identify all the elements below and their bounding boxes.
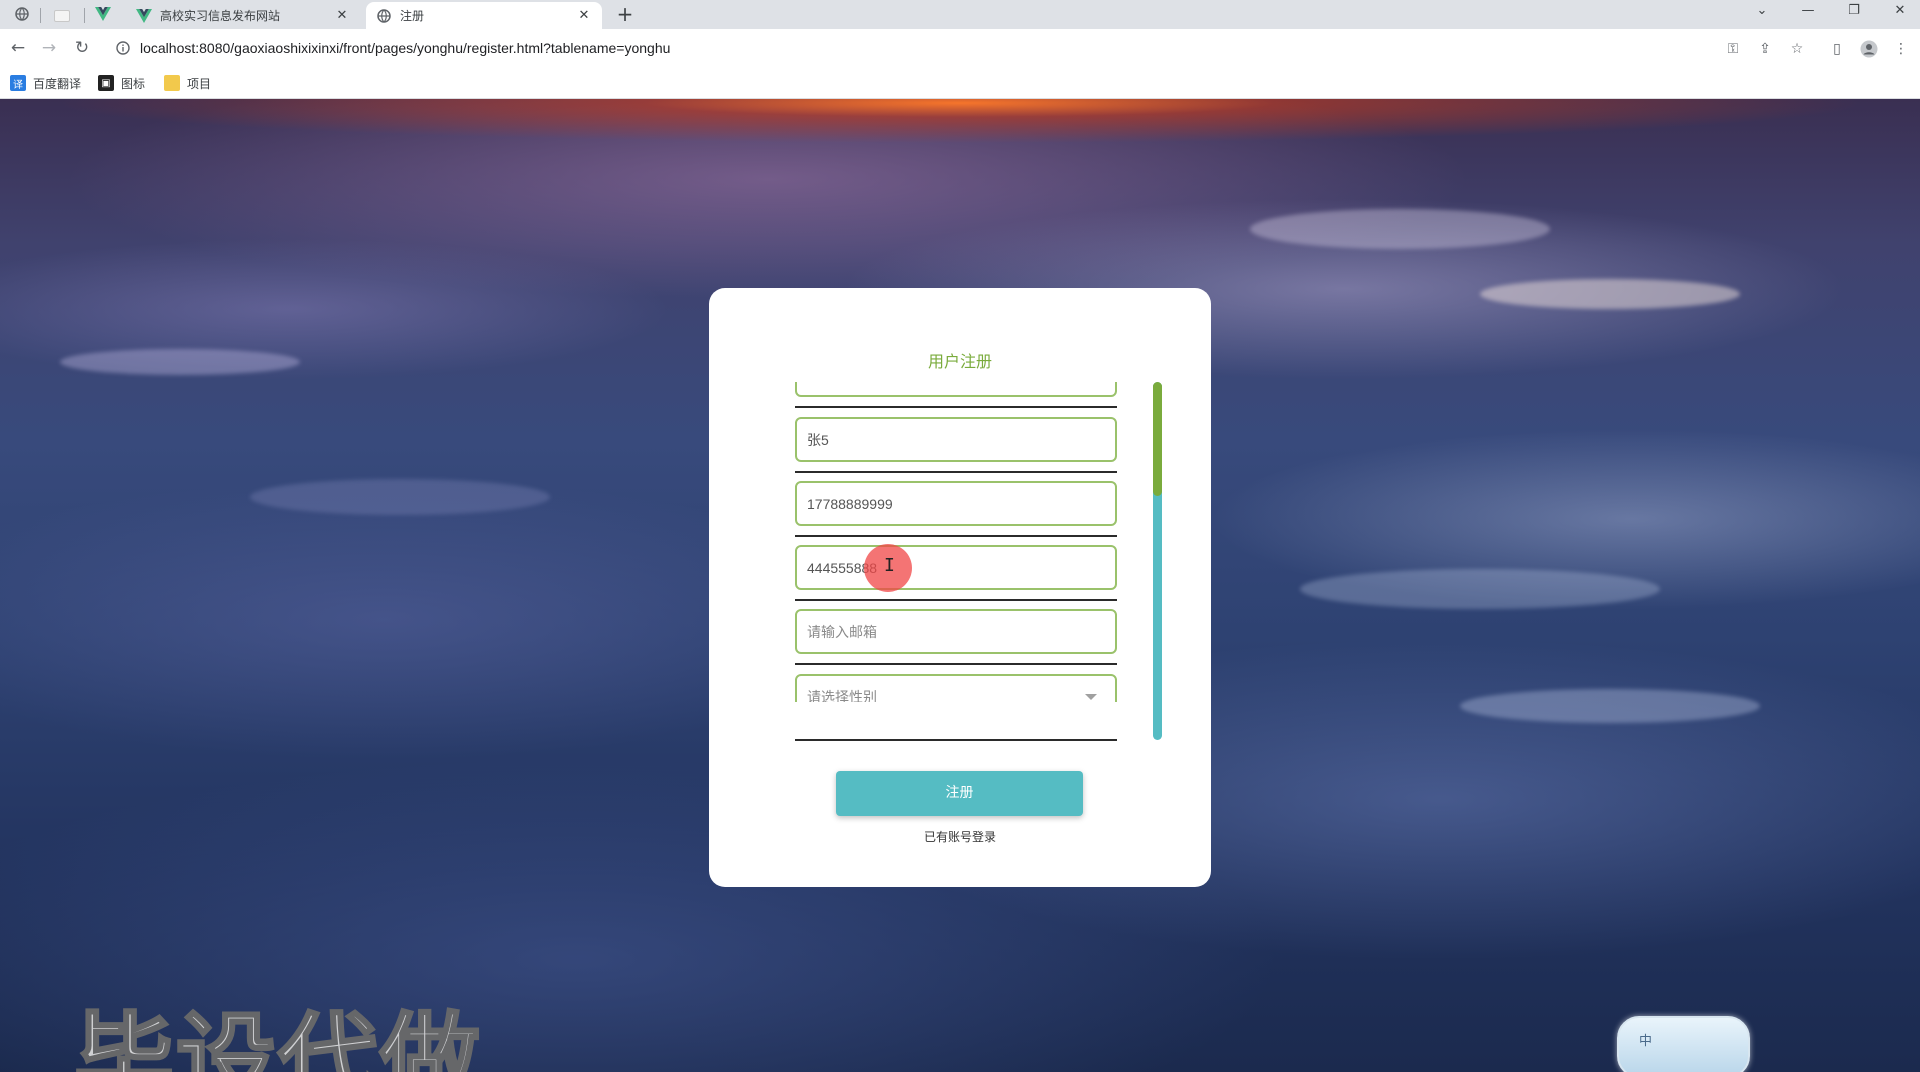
picture-icon: ▣ <box>98 75 114 91</box>
tab-blank[interactable] <box>48 2 76 29</box>
bookmark-project[interactable]: 项目 <box>164 71 211 95</box>
name-field[interactable]: 张5 <box>795 417 1117 462</box>
translate-icon: 译 <box>10 75 26 91</box>
tab-search-icon[interactable]: ⌄ <box>1740 0 1784 22</box>
bookmark-label: 项目 <box>187 76 212 91</box>
gender-placeholder: 请选择性别 <box>807 688 877 703</box>
watermark-text: 毕设代做 <box>73 1001 482 1072</box>
browser-toolbar: ← → ↻ localhost:8080/gaoxiaoshixixinxi/f… <box>0 29 1920 67</box>
vue-logo-icon <box>136 8 152 24</box>
field-divider <box>795 471 1117 473</box>
share-icon[interactable]: ⇪ <box>1754 38 1776 60</box>
tab-vue[interactable] <box>90 2 116 29</box>
reload-icon[interactable]: ↻ <box>70 36 94 60</box>
ime-mode-label: 中 <box>1639 1034 1653 1049</box>
key-icon[interactable]: ⚿ <box>1722 38 1744 60</box>
close-icon[interactable]: ✕ <box>334 8 350 24</box>
close-icon[interactable]: ✕ <box>576 8 592 24</box>
register-title: 用户注册 <box>927 352 992 371</box>
bookmark-label: 图标 <box>121 76 146 91</box>
register-form: 张5 17788889999 444555888 请输入邮箱 请选择性别 <box>795 382 1117 702</box>
ime-status-widget[interactable]: 中 <box>1617 1016 1750 1072</box>
address-bar[interactable]: localhost:8080/gaoxiaoshixixinxi/front/p… <box>106 33 1806 63</box>
minimize-icon[interactable]: — <box>1786 0 1830 22</box>
back-icon[interactable]: ← <box>6 36 30 60</box>
tab-title: 注册 <box>400 9 425 23</box>
email-field[interactable]: 请输入邮箱 <box>795 609 1117 654</box>
star-icon[interactable]: ☆ <box>1786 38 1808 60</box>
blank-page-icon <box>54 9 70 22</box>
tab-site[interactable]: 高校实习信息发布网站 ✕ <box>126 2 360 29</box>
chevron-down-icon <box>1085 694 1097 700</box>
scrollbar-thumb[interactable] <box>1153 382 1162 496</box>
field-divider <box>795 535 1117 537</box>
field-divider <box>795 599 1117 601</box>
text-cursor-icon: I <box>884 555 895 576</box>
email-placeholder: 请输入邮箱 <box>807 623 877 640</box>
register-button[interactable]: 注册 <box>836 771 1083 816</box>
globe-icon <box>376 8 392 24</box>
login-link[interactable]: 已有账号登录 <box>709 828 1211 845</box>
restore-icon[interactable]: ❐ <box>1832 0 1876 22</box>
vue-logo-icon <box>95 6 111 25</box>
gender-select[interactable]: 请选择性别 <box>795 674 1117 702</box>
new-tab-button[interactable]: + <box>612 3 638 27</box>
url-text: localhost:8080/gaoxiaoshixixinxi/front/p… <box>140 40 671 56</box>
form-scrollbar[interactable] <box>1153 382 1162 740</box>
bookmark-icons[interactable]: ▣ 图标 <box>98 71 145 95</box>
phone-field[interactable]: 17788889999 <box>795 481 1117 526</box>
tab-title: 高校实习信息发布网站 <box>160 9 281 23</box>
bookmark-translate[interactable]: 译 百度翻译 <box>10 71 81 95</box>
side-panel-icon[interactable]: ▯ <box>1826 38 1848 60</box>
tab-globe[interactable] <box>8 2 36 29</box>
close-window-icon[interactable]: ✕ <box>1878 0 1920 22</box>
globe-icon <box>15 6 29 25</box>
field-divider <box>795 739 1117 741</box>
name-value: 张5 <box>807 431 829 448</box>
menu-icon[interactable]: ⋮ <box>1890 38 1912 60</box>
register-card: 用户注册 张5 17788889999 444555888 请输入邮箱 请选择性… <box>709 288 1211 887</box>
info-icon[interactable] <box>114 39 132 57</box>
folder-icon <box>164 75 180 91</box>
bookmarks-bar: 译 百度翻译 ▣ 图标 项目 <box>0 67 1920 99</box>
forward-icon[interactable]: → <box>37 36 61 60</box>
tab-strip: 高校实习信息发布网站 ✕ 注册 ✕ + ⌄ — ❐ ✕ <box>0 0 1920 29</box>
bookmark-label: 百度翻译 <box>33 76 82 91</box>
phone-value: 17788889999 <box>807 495 893 512</box>
field-divider <box>795 406 1117 408</box>
id-number-field[interactable]: 444555888 <box>795 545 1117 590</box>
profile-icon[interactable] <box>1858 38 1880 60</box>
page-background: 用户注册 张5 17788889999 444555888 请输入邮箱 请选择性… <box>0 99 1920 1072</box>
field-divider <box>795 663 1117 665</box>
tab-register[interactable]: 注册 ✕ <box>366 2 602 29</box>
account-field[interactable] <box>795 382 1117 397</box>
